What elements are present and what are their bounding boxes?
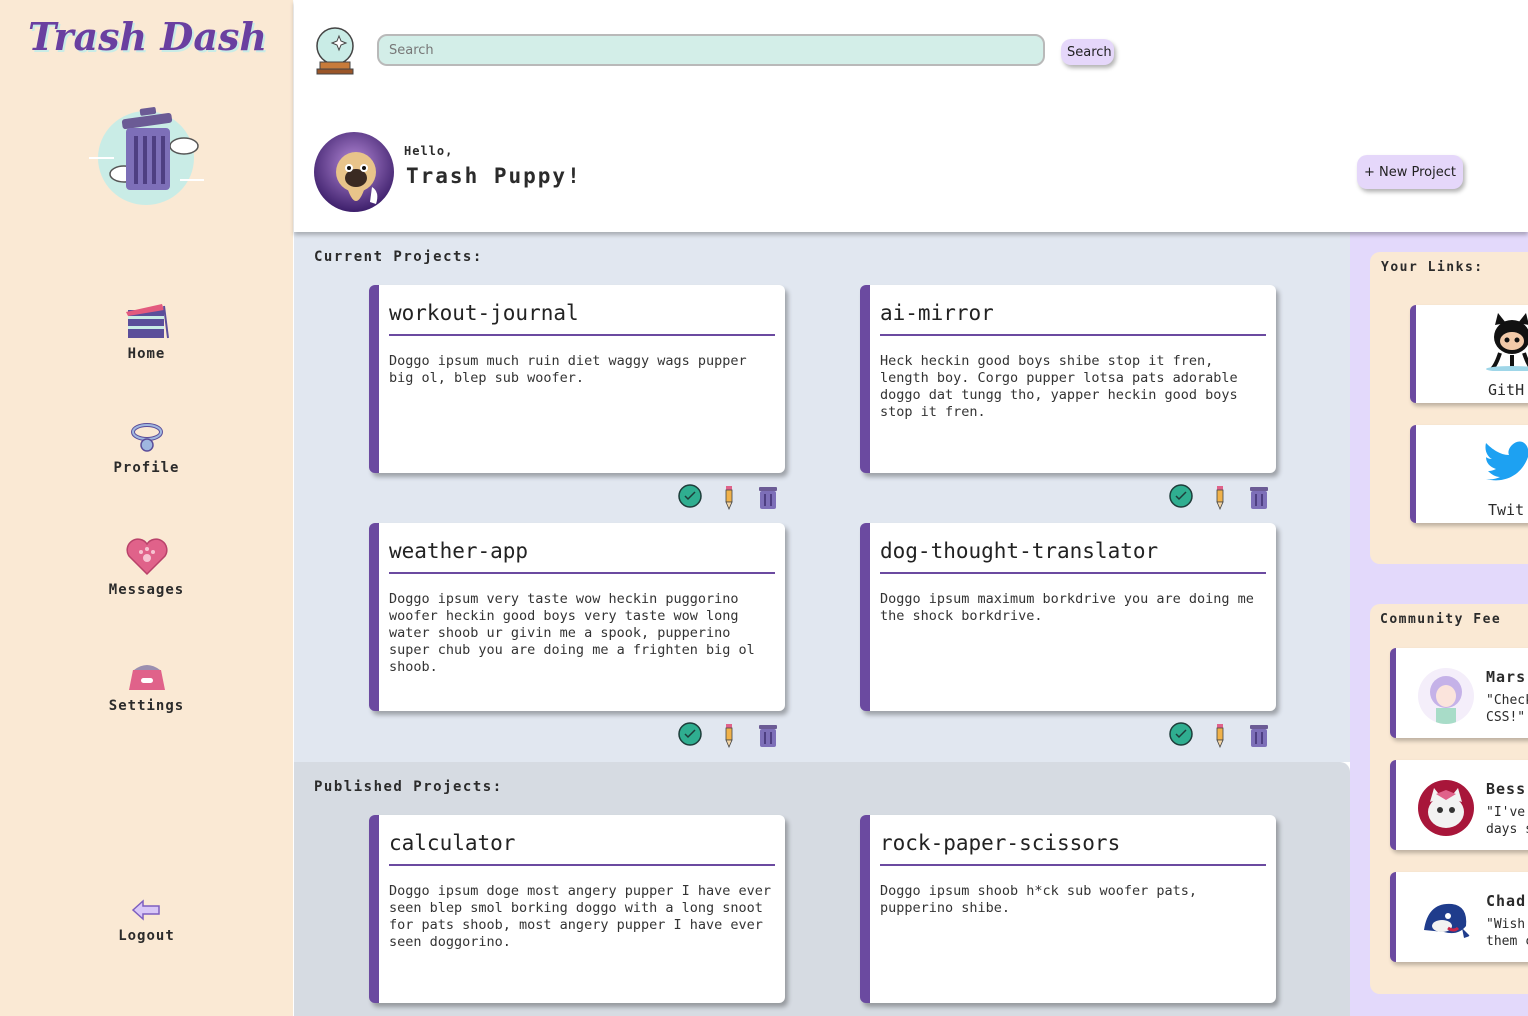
feed-item: Mars "Check CSS!" (1390, 648, 1528, 738)
feed-quote: "I've days s (1486, 805, 1528, 837)
feed-author: Chad (1486, 892, 1527, 910)
check-icon[interactable] (1169, 722, 1193, 746)
links-title: Your Links: (1381, 260, 1484, 275)
link-label: Twit (1488, 501, 1525, 519)
project-title: calculator (389, 831, 775, 866)
check-icon[interactable] (678, 484, 702, 508)
feed-quote: "Check CSS!" (1486, 693, 1528, 725)
trash-icon[interactable] (1248, 484, 1270, 510)
project-description: Doggo ipsum very taste wow heckin puggor… (389, 591, 755, 675)
project-description: Heck heckin good boys shibe stop it fren… (880, 353, 1238, 420)
nav-messages-label: Messages (108, 582, 185, 598)
current-projects-title: Current Projects: (314, 249, 483, 265)
house-icon (125, 304, 169, 339)
project-actions (1169, 484, 1279, 514)
nav-logout[interactable]: Logout (0, 898, 293, 944)
collar-icon (130, 423, 163, 452)
published-projects-title: Published Projects: (314, 779, 503, 795)
link-card-twitter[interactable]: Twit (1410, 425, 1528, 523)
nav-logout-label: Logout (118, 928, 175, 944)
project-title: weather-app (389, 539, 775, 574)
nav-messages[interactable]: Messages (0, 536, 293, 598)
nav-profile[interactable]: Profile (0, 422, 293, 476)
check-icon[interactable] (1169, 484, 1193, 508)
project-card: ai-mirror Heck heckin good boys shibe st… (860, 285, 1276, 473)
pencil-icon[interactable] (1213, 484, 1227, 510)
pencil-icon[interactable] (722, 722, 736, 748)
pencil-icon[interactable] (722, 484, 736, 510)
feed-avatar (1418, 892, 1474, 948)
github-icon (1486, 313, 1528, 371)
project-description: Doggo ipsum doge most angery pupper I ha… (389, 883, 772, 950)
app-logo: Trash Dash (28, 14, 268, 59)
feed-avatar (1418, 780, 1474, 836)
trash-icon[interactable] (757, 484, 779, 510)
nav-settings-label: Settings (108, 698, 185, 714)
new-project-button[interactable]: + New Project (1357, 155, 1463, 189)
feed-item: Bess "I've days s (1390, 760, 1528, 850)
feed-item: Chad "Wish them c (1390, 872, 1528, 962)
search-button[interactable]: Search (1061, 39, 1114, 65)
project-description: Doggo ipsum shoob h*ck sub woofer pats, … (880, 883, 1197, 916)
nav-settings[interactable]: Settings (0, 660, 293, 714)
project-actions (1169, 722, 1279, 752)
project-card: calculator Doggo ipsum doge most angery … (369, 815, 785, 1003)
heart-paw-icon (125, 538, 168, 576)
sidebar: Trash Dash Home Profile Messages Setting… (0, 0, 293, 1016)
project-actions (678, 484, 788, 514)
project-title: rock-paper-scissors (880, 831, 1266, 866)
project-actions (678, 722, 788, 752)
greeting-username: Trash Puppy! (406, 164, 582, 188)
project-description: Doggo ipsum much ruin diet waggy wags pu… (389, 353, 747, 386)
nav-home-label: Home (127, 346, 166, 362)
crystal-ball-icon (314, 26, 356, 80)
arrow-left-icon (131, 899, 160, 921)
current-projects-section: Current Projects: workout-journal Doggo … (294, 232, 1350, 762)
project-title: dog-thought-translator (880, 539, 1266, 574)
feed-author: Mars (1486, 668, 1527, 686)
feed-author: Bess (1486, 780, 1527, 798)
project-title: ai-mirror (880, 301, 1266, 336)
project-card: workout-journal Doggo ipsum much ruin di… (369, 285, 785, 473)
right-column: Your Links: GitH Twit Community Fee Mars… (1350, 232, 1528, 1016)
header: Search Hello, Trash Puppy! + New Project (294, 0, 1528, 232)
dog-bowl-icon (128, 665, 165, 690)
greeting-hello: Hello, (404, 144, 454, 158)
trash-can-mascot-icon (84, 100, 208, 214)
community-feed-title: Community Fee (1380, 612, 1502, 627)
pencil-icon[interactable] (1213, 722, 1227, 748)
feed-quote: "Wish them c (1486, 917, 1528, 949)
trash-icon[interactable] (1248, 722, 1270, 748)
link-label: GitH (1488, 381, 1525, 399)
trash-icon[interactable] (757, 722, 779, 748)
avatar (314, 132, 394, 212)
nav-profile-label: Profile (113, 460, 180, 476)
project-card: dog-thought-translator Doggo ipsum maxim… (860, 523, 1276, 711)
community-feed-panel: Community Fee Mars "Check CSS!" (1370, 604, 1528, 994)
project-card: weather-app Doggo ipsum very taste wow h… (369, 523, 785, 711)
link-card-github[interactable]: GitH (1410, 305, 1528, 403)
check-icon[interactable] (678, 722, 702, 746)
project-card: rock-paper-scissors Doggo ipsum shoob h*… (860, 815, 1276, 1003)
twitter-icon (1485, 441, 1528, 481)
nav-home[interactable]: Home (0, 302, 293, 362)
published-projects-section: Published Projects: calculator Doggo ips… (294, 762, 1350, 1016)
project-description: Doggo ipsum maximum borkdrive you are do… (880, 591, 1254, 624)
feed-avatar (1418, 668, 1474, 724)
project-title: workout-journal (389, 301, 775, 336)
search-input[interactable] (377, 34, 1045, 66)
links-panel: Your Links: GitH Twit (1370, 252, 1528, 564)
